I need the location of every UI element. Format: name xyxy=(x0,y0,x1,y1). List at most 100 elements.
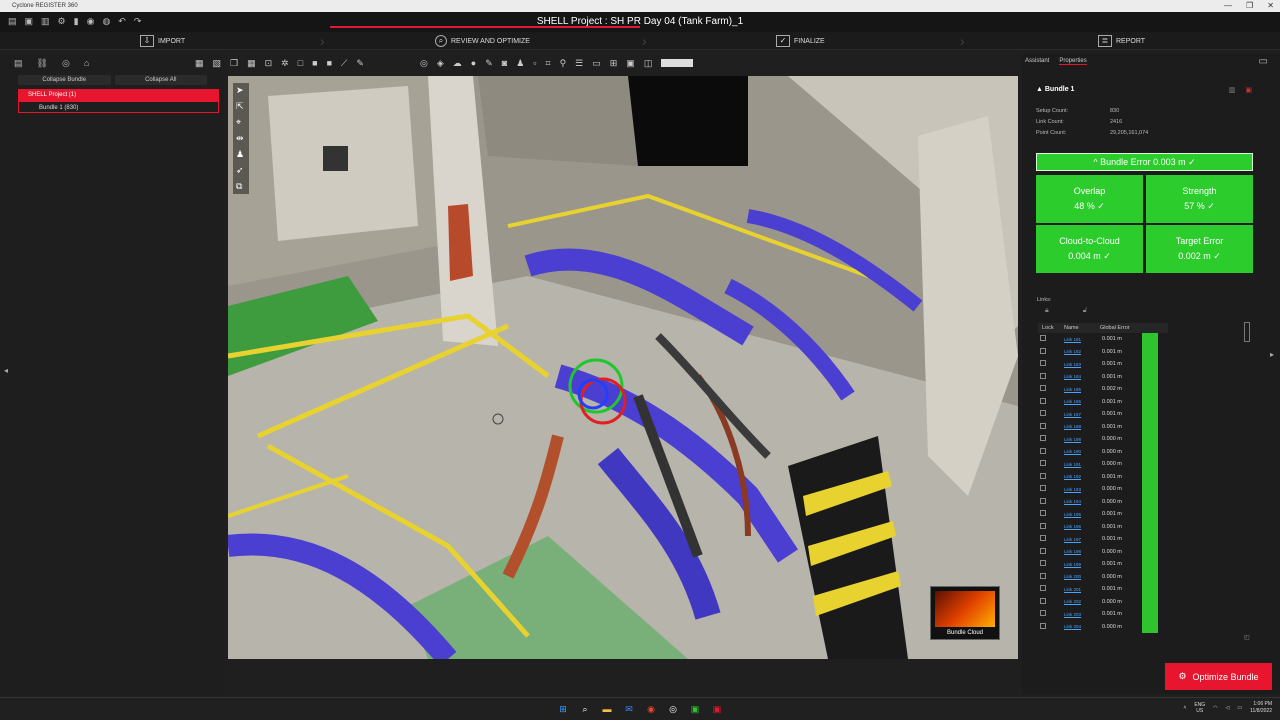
volume-icon[interactable]: ◁ xyxy=(1226,705,1230,711)
lock-all-icon[interactable]: 🔒︎ xyxy=(1045,307,1049,315)
link-name[interactable]: Link 193 xyxy=(1064,487,1102,492)
point-cloud-viewport[interactable] xyxy=(228,76,1018,659)
language-indicator[interactable]: ENG US xyxy=(1194,702,1205,714)
pencil-icon[interactable]: ✎ xyxy=(485,58,493,69)
pen-icon[interactable]: ✎ xyxy=(356,58,364,69)
tag-icon[interactable]: ◈ xyxy=(437,58,444,69)
lock-checkbox[interactable] xyxy=(1038,422,1064,431)
link-name[interactable]: Link 200 xyxy=(1064,574,1102,579)
lock-checkbox[interactable] xyxy=(1038,585,1064,593)
list-icon[interactable]: ▤ xyxy=(14,58,23,69)
lock-checkbox[interactable] xyxy=(1038,347,1064,356)
column-name[interactable]: Name xyxy=(1064,325,1100,331)
ruler-icon[interactable]: ⇹ xyxy=(236,133,246,144)
chrome-icon[interactable]: ◉ xyxy=(644,702,658,716)
lock-checkbox[interactable] xyxy=(1038,547,1064,556)
table-row[interactable]: Link 203 0.001 m xyxy=(1038,608,1168,621)
lock-checkbox[interactable] xyxy=(1038,360,1064,368)
table-row[interactable]: Link 192 0.001 m xyxy=(1038,470,1168,483)
link-name[interactable]: Link 185 xyxy=(1064,387,1102,392)
bundle-menu-icon[interactable]: ▥ xyxy=(1229,86,1236,94)
table-row[interactable]: Link 187 0.001 m xyxy=(1038,408,1168,421)
table-row[interactable]: Link 194 0.000 m xyxy=(1038,495,1168,508)
battery-icon[interactable]: ▭ xyxy=(1237,705,1242,711)
tree-item-bundle[interactable]: Bundle 1 (830) xyxy=(18,101,219,113)
table-row[interactable]: Link 190 0.000 m xyxy=(1038,445,1168,458)
column-global-error[interactable]: Global Error xyxy=(1100,325,1160,331)
link-name[interactable]: Link 182 xyxy=(1064,349,1102,354)
link-name[interactable]: Link 189 xyxy=(1064,437,1102,442)
table-row[interactable]: Link 185 0.002 m xyxy=(1038,383,1168,396)
link-name[interactable]: Link 198 xyxy=(1064,549,1102,554)
tab-properties[interactable]: Properties xyxy=(1059,58,1087,65)
table-row[interactable]: Link 204 0.000 m xyxy=(1038,620,1168,633)
link-name[interactable]: Link 196 xyxy=(1064,524,1102,529)
tag-icon[interactable]: ⌂ xyxy=(84,58,89,69)
navigate-icon[interactable]: ➶ xyxy=(236,165,246,176)
collapse-all-button[interactable]: Collapse All xyxy=(114,75,207,85)
crop-icon[interactable]: ⌗ xyxy=(545,58,550,69)
column-lock[interactable]: Lock xyxy=(1038,325,1064,331)
lock-checkbox[interactable] xyxy=(1038,485,1064,493)
link-icon[interactable]: ⛓ xyxy=(37,58,48,69)
minimize-button[interactable]: — xyxy=(1224,0,1232,12)
collapse-bundle-button[interactable]: Collapse Bundle xyxy=(18,75,111,85)
wifi-icon[interactable]: ◠ xyxy=(1213,705,1217,711)
lock-checkbox[interactable] xyxy=(1038,335,1064,343)
grid-icon[interactable]: ▦ xyxy=(247,58,256,69)
lock-checkbox[interactable] xyxy=(1038,410,1064,418)
frame-icon[interactable]: ▣ xyxy=(626,58,635,69)
step-review-optimize[interactable]: ⌕ REVIEW AND OPTIMIZE xyxy=(435,32,530,50)
link-name[interactable]: Link 202 xyxy=(1064,599,1102,604)
table-row[interactable]: Link 202 0.000 m xyxy=(1038,595,1168,608)
lock-checkbox[interactable] xyxy=(1038,472,1064,481)
lock-checkbox[interactable] xyxy=(1038,435,1064,443)
filter-icon[interactable]: ▦ xyxy=(195,58,204,69)
table-row[interactable]: Link 199 0.001 m xyxy=(1038,558,1168,571)
cloud-icon[interactable]: ☁ xyxy=(453,58,462,69)
target-icon[interactable]: ◎ xyxy=(420,58,428,69)
table-row[interactable]: Link 184 0.001 m xyxy=(1038,370,1168,383)
panel-resize-icon[interactable]: ◰ xyxy=(1244,634,1250,641)
mail-icon[interactable]: ✉ xyxy=(622,702,636,716)
bundle-cloud-thumbnail[interactable]: Bundle Cloud xyxy=(930,586,1000,640)
link-name[interactable]: Link 191 xyxy=(1064,462,1102,467)
strength-quality-box[interactable]: Strength 57 % ✓ xyxy=(1146,175,1253,223)
app-register-icon[interactable]: ▣ xyxy=(710,702,724,716)
select-icon[interactable]: ⇱ xyxy=(236,101,246,112)
windows-start-icon[interactable]: ⊞ xyxy=(556,702,570,716)
table-row[interactable]: Link 182 0.001 m xyxy=(1038,345,1168,358)
optimize-bundle-button[interactable]: ⚙ Optimize Bundle xyxy=(1165,663,1272,690)
link-name[interactable]: Link 203 xyxy=(1064,612,1102,617)
lock-checkbox[interactable] xyxy=(1038,497,1064,506)
pin-icon[interactable]: ⚲ xyxy=(560,58,567,69)
table-row[interactable]: Link 197 0.001 m xyxy=(1038,533,1168,546)
app-green-icon[interactable]: ▣ xyxy=(688,702,702,716)
table-row[interactable]: Link 201 0.001 m xyxy=(1038,583,1168,596)
person-icon[interactable]: ♟ xyxy=(516,58,524,69)
pointer-icon[interactable]: ➤ xyxy=(236,85,246,96)
lock-checkbox[interactable] xyxy=(1038,397,1064,406)
camera-icon[interactable]: ◙ xyxy=(502,58,507,69)
link-name[interactable]: Link 194 xyxy=(1064,499,1102,504)
lock-checkbox[interactable] xyxy=(1038,385,1064,393)
link-name[interactable]: Link 188 xyxy=(1064,424,1102,429)
display-icon[interactable]: ▭ xyxy=(592,58,601,69)
link-name[interactable]: Link 192 xyxy=(1064,474,1102,479)
measure-icon[interactable]: ⟋ xyxy=(341,58,347,69)
lock-checkbox[interactable] xyxy=(1038,460,1064,468)
media-icon[interactable]: ◎ xyxy=(666,702,680,716)
tree-item-project[interactable]: SHELL Project (1) xyxy=(18,89,219,101)
color-box-alt-icon[interactable]: ■ xyxy=(327,58,332,69)
link-name[interactable]: Link 190 xyxy=(1064,449,1102,454)
lock-checkbox[interactable] xyxy=(1038,597,1064,606)
split-icon[interactable]: ◫ xyxy=(644,58,653,69)
close-button[interactable]: ✕ xyxy=(1267,0,1274,12)
layers-icon[interactable]: ☰ xyxy=(575,58,583,69)
lock-checkbox[interactable] xyxy=(1038,572,1064,581)
link-name[interactable]: Link 204 xyxy=(1064,624,1102,629)
link-name[interactable]: Link 183 xyxy=(1064,362,1102,367)
collapse-left-icon[interactable]: ◂ xyxy=(4,366,8,375)
table-row[interactable]: Link 181 0.001 m xyxy=(1038,333,1168,346)
tray-chevron-icon[interactable]: ˄ xyxy=(1183,705,1186,711)
